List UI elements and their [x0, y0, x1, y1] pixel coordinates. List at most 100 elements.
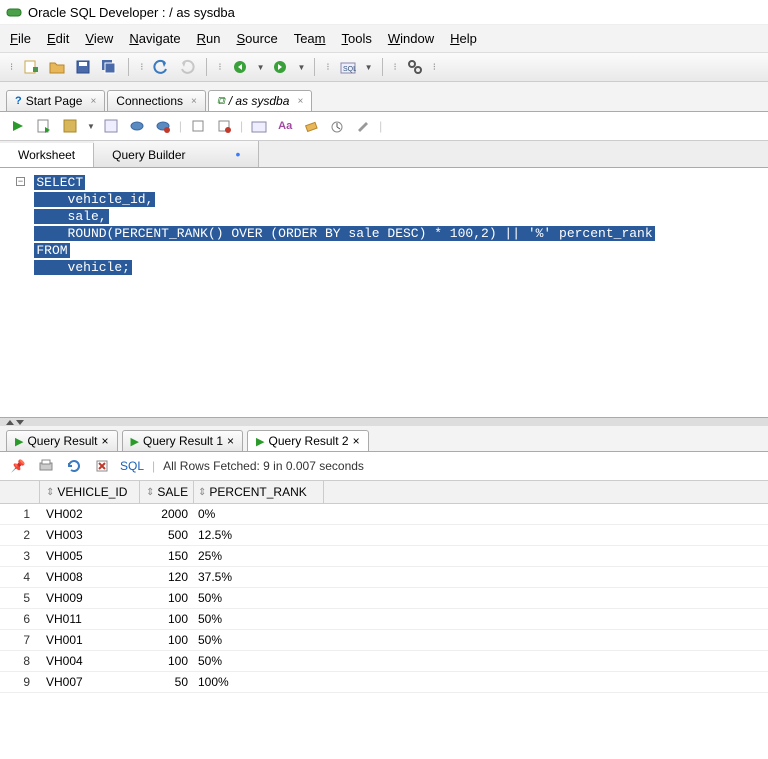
- splitter[interactable]: [0, 418, 768, 426]
- tab-query-builder[interactable]: Query Builder•: [94, 141, 259, 167]
- close-icon[interactable]: ×: [191, 96, 197, 107]
- cell-percent-rank: 50%: [194, 651, 314, 671]
- cell-percent-rank: 50%: [194, 630, 314, 650]
- row-number: 2: [0, 525, 40, 545]
- run-script-button[interactable]: [34, 116, 54, 136]
- open-button[interactable]: [47, 57, 67, 77]
- table-row[interactable]: 4VH00812037.5%: [0, 567, 768, 588]
- col-vehicle-id[interactable]: ⇕VEHICLE_ID: [40, 481, 140, 503]
- back-button[interactable]: [230, 57, 250, 77]
- result-grid[interactable]: ⇕VEHICLE_ID ⇕SALE ⇕PERCENT_RANK 1VH00220…: [0, 481, 768, 693]
- menu-view[interactable]: View: [85, 31, 113, 46]
- grip-icon: ⁝: [8, 62, 15, 73]
- result-tab-0[interactable]: ▶ Query Result ×: [6, 430, 118, 451]
- eraser-button[interactable]: [301, 116, 321, 136]
- sql-link[interactable]: SQL: [120, 459, 144, 473]
- tab-label: Start Page: [26, 94, 83, 108]
- pin-button[interactable]: 📌: [8, 456, 28, 476]
- play-icon: ▶: [256, 435, 264, 448]
- row-number: 5: [0, 588, 40, 608]
- format-button[interactable]: Aa: [275, 116, 295, 136]
- forward-dropdown[interactable]: ▼: [297, 63, 305, 72]
- cell-percent-rank: 50%: [194, 609, 314, 629]
- menu-edit[interactable]: Edit: [47, 31, 69, 46]
- table-row[interactable]: 2VH00350012.5%: [0, 525, 768, 546]
- tab-start-page[interactable]: ? Start Page ×: [6, 90, 105, 111]
- print-button[interactable]: [36, 456, 56, 476]
- run-statement-button[interactable]: [8, 116, 28, 136]
- grip-icon: ⁝: [216, 62, 223, 73]
- forward-button[interactable]: [270, 57, 290, 77]
- cell-percent-rank: 25%: [194, 546, 314, 566]
- sql-dropdown[interactable]: ▼: [365, 63, 373, 72]
- close-icon[interactable]: ×: [227, 434, 234, 448]
- unshared-button[interactable]: [188, 116, 208, 136]
- cell-vehicle-id: VH011: [40, 609, 140, 629]
- cell-sale: 2000: [140, 504, 194, 524]
- grip-icon: ⁝: [431, 62, 438, 73]
- table-row[interactable]: 8VH00410050%: [0, 651, 768, 672]
- commit-button[interactable]: [127, 116, 147, 136]
- find-button[interactable]: [405, 57, 425, 77]
- sql-editor[interactable]: − SELECT vehicle_id, sale, ROUND(PERCENT…: [0, 168, 768, 418]
- settings-button[interactable]: [353, 116, 373, 136]
- menu-window[interactable]: Window: [388, 31, 434, 46]
- tab-worksheet-editor[interactable]: Worksheet: [0, 143, 94, 167]
- row-number: 9: [0, 672, 40, 692]
- save-button[interactable]: [73, 57, 93, 77]
- tab-connections[interactable]: Connections ×: [107, 90, 206, 111]
- undo-button[interactable]: [151, 57, 171, 77]
- close-icon[interactable]: ×: [297, 96, 303, 107]
- autotrace-button[interactable]: [101, 116, 121, 136]
- grip-icon: ⁝: [324, 62, 331, 73]
- table-row[interactable]: 3VH00515025%: [0, 546, 768, 567]
- back-dropdown[interactable]: ▼: [257, 63, 265, 72]
- delete-button[interactable]: [92, 456, 112, 476]
- explain-plan-button[interactable]: [60, 116, 80, 136]
- table-row[interactable]: 1VH00220000%: [0, 504, 768, 525]
- rollback-button[interactable]: [153, 116, 173, 136]
- cell-sale: 100: [140, 588, 194, 608]
- fold-toggle[interactable]: −: [16, 177, 25, 186]
- close-icon[interactable]: ×: [353, 434, 360, 448]
- col-sale[interactable]: ⇕SALE: [140, 481, 194, 503]
- close-icon[interactable]: ×: [102, 434, 109, 448]
- result-tab-2[interactable]: ▶ Query Result 2 ×: [247, 430, 369, 451]
- refresh-button[interactable]: [64, 456, 84, 476]
- cell-percent-rank: 12.5%: [194, 525, 314, 545]
- table-row[interactable]: 7VH00110050%: [0, 630, 768, 651]
- col-percent-rank[interactable]: ⇕PERCENT_RANK: [194, 481, 324, 503]
- cell-sale: 50: [140, 672, 194, 692]
- app-icon: [6, 4, 22, 20]
- table-row[interactable]: 6VH01110050%: [0, 609, 768, 630]
- menu-tools[interactable]: Tools: [342, 31, 372, 46]
- svg-text:SQL: SQL: [343, 66, 356, 73]
- sql-worksheet-button[interactable]: SQL: [338, 57, 358, 77]
- sql-history-button[interactable]: [249, 116, 269, 136]
- row-number: 8: [0, 651, 40, 671]
- menu-team[interactable]: Team: [294, 31, 326, 46]
- table-row[interactable]: 5VH00910050%: [0, 588, 768, 609]
- timer-button[interactable]: [327, 116, 347, 136]
- window-title: Oracle SQL Developer : / as sysdba: [28, 5, 235, 20]
- new-button[interactable]: [21, 57, 41, 77]
- clear-button[interactable]: [214, 116, 234, 136]
- cell-vehicle-id: VH007: [40, 672, 140, 692]
- redo-button[interactable]: [177, 57, 197, 77]
- play-icon: ▶: [15, 435, 23, 448]
- menu-file[interactable]: File: [10, 31, 31, 46]
- save-all-button[interactable]: [99, 57, 119, 77]
- sql-icon: ⧉: [217, 95, 225, 108]
- cell-vehicle-id: VH009: [40, 588, 140, 608]
- table-row[interactable]: 9VH00750100%: [0, 672, 768, 693]
- cell-sale: 120: [140, 567, 194, 587]
- close-icon[interactable]: ×: [90, 96, 96, 107]
- row-number: 4: [0, 567, 40, 587]
- menu-help[interactable]: Help: [450, 31, 477, 46]
- menu-run[interactable]: Run: [197, 31, 221, 46]
- tab-worksheet[interactable]: ⧉ / as sysdba ×: [208, 90, 312, 111]
- menu-source[interactable]: Source: [237, 31, 278, 46]
- result-tab-1[interactable]: ▶ Query Result 1 ×: [122, 430, 244, 451]
- status-text: All Rows Fetched: 9 in 0.007 seconds: [163, 459, 364, 473]
- menu-navigate[interactable]: Navigate: [129, 31, 180, 46]
